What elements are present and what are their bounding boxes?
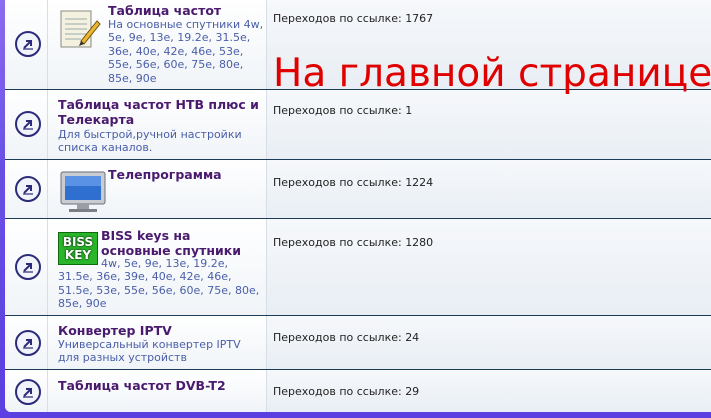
item-main-cell: Конвертер IPTV Универсальный конвертер I… xyxy=(47,316,267,369)
click-count: Переходов по ссылке: 1767 xyxy=(273,12,434,25)
item-title[interactable]: Конвертер IPTV xyxy=(58,323,258,338)
list-item: Конвертер IPTV Универсальный конвертер I… xyxy=(5,316,711,370)
click-count: Переходов по ссылке: 29 xyxy=(273,385,420,398)
arrow-up-right-icon xyxy=(23,185,33,195)
item-main-cell: Телепрограмма xyxy=(47,160,267,218)
item-stat-cell: Переходов по ссылке: 24 xyxy=(267,316,711,369)
biss-text: BISS xyxy=(62,234,94,249)
item-main-cell: BISS KEY BISS keys на основные спутники … xyxy=(47,219,267,315)
click-count: Переходов по ссылке: 24 xyxy=(273,331,420,344)
item-description: Универсальный конвертер IPTV для разных … xyxy=(58,338,241,365)
icon-cell xyxy=(5,219,48,315)
icon-cell xyxy=(5,90,48,159)
item-stat-cell: Переходов по ссылке: 1224 xyxy=(267,160,711,218)
list-item: Телепрограмма Переходов по ссылке: 1224 xyxy=(5,160,711,219)
icon-cell xyxy=(5,370,48,412)
go-link-button[interactable] xyxy=(15,330,41,356)
click-count: Переходов по ссылке: 1 xyxy=(273,104,413,117)
icon-cell xyxy=(5,160,48,218)
go-link-button[interactable] xyxy=(15,254,41,280)
item-description: На основные спутники 4w, 5e, 9e, 13e, 19… xyxy=(108,18,264,85)
item-title[interactable]: BISS keys на основные спутники xyxy=(101,228,261,258)
arrow-up-right-icon xyxy=(23,263,33,273)
click-count: Переходов по ссылке: 1280 xyxy=(273,236,434,249)
item-main-cell: Таблица частот НТВ плюс и Телекарта Для … xyxy=(47,90,267,159)
overlay-caption: На главной странице xyxy=(273,51,711,96)
click-count: Переходов по ссылке: 1224 xyxy=(273,176,434,189)
arrow-up-right-icon xyxy=(23,339,33,349)
item-title[interactable]: Таблица частот xyxy=(108,3,264,18)
monitor-icon xyxy=(60,171,106,212)
item-title[interactable]: Телепрограмма xyxy=(108,167,258,182)
icon-cell xyxy=(5,316,48,369)
go-link-button[interactable] xyxy=(15,176,41,202)
item-title[interactable]: Таблица частот НТВ плюс и Телекарта xyxy=(58,97,263,127)
item-title[interactable]: Таблица частот DVB-T2 xyxy=(58,378,258,393)
list-item: Таблица частот НТВ плюс и Телекарта Для … xyxy=(5,90,711,160)
item-stat-cell: Переходов по ссылке: 29 xyxy=(267,370,711,412)
list-item: Таблица частот DVB-T2 Переходов по ссылк… xyxy=(5,370,711,412)
item-main-cell: Таблица частот DVB-T2 xyxy=(47,370,267,412)
arrow-up-right-icon xyxy=(23,40,33,50)
notepad-icon xyxy=(60,10,101,48)
item-stat-cell: Переходов по ссылке: 1280 xyxy=(267,219,711,315)
go-link-button[interactable] xyxy=(15,31,41,57)
list-item: BISS KEY BISS keys на основные спутники … xyxy=(5,219,711,316)
icon-cell xyxy=(5,0,48,89)
go-link-button[interactable] xyxy=(15,379,41,405)
item-main-cell: Таблица частот На основные спутники 4w, … xyxy=(47,0,267,89)
item-description: 4w, 5e, 9e, 13e, 19.2e, 31.5e, 36e, 39e,… xyxy=(58,257,260,311)
go-link-button[interactable] xyxy=(15,111,41,137)
item-stat-cell: Переходов по ссылке: 1 xyxy=(267,90,711,159)
item-description: Для быстрой,ручной настройки списка кана… xyxy=(58,128,242,155)
link-list: Таблица частот На основные спутники 4w, … xyxy=(5,0,711,412)
arrow-up-right-icon xyxy=(23,388,33,398)
arrow-up-right-icon xyxy=(23,120,33,130)
